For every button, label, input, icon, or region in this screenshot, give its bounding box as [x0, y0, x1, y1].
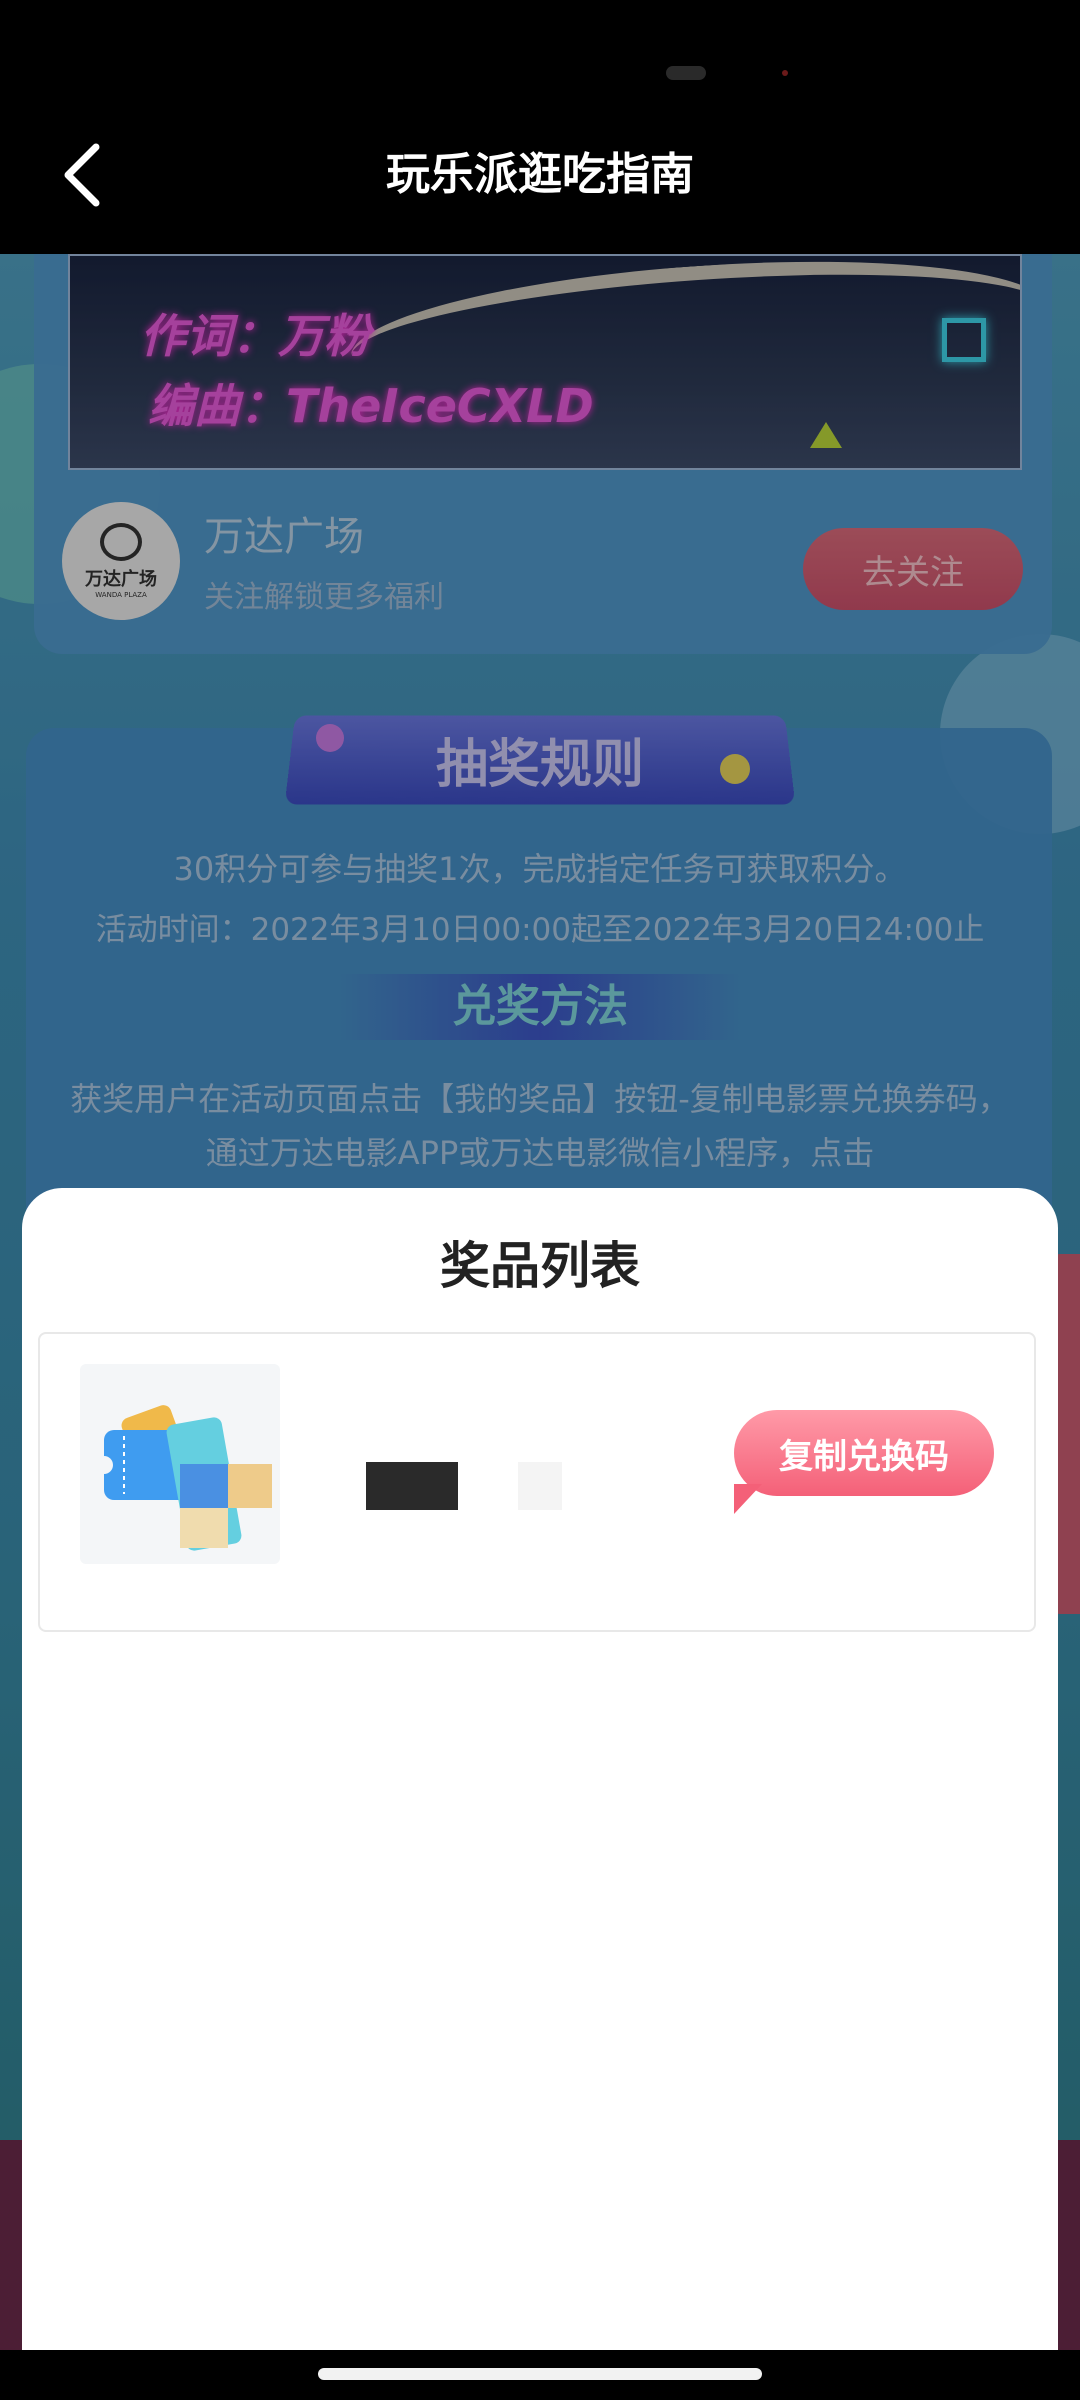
- prize-list-sheet: 奖品列表 复制兑换码: [22, 1188, 1058, 2378]
- prize-item: 复制兑换码: [38, 1332, 1036, 1632]
- indicator-dot: [782, 70, 788, 76]
- home-indicator[interactable]: [318, 2368, 762, 2380]
- sheet-title: 奖品列表: [22, 1226, 1058, 1298]
- copy-code-button[interactable]: 复制兑换码: [734, 1410, 994, 1496]
- button-tail-decoration: [734, 1484, 762, 1514]
- status-bar: [0, 0, 1080, 100]
- page-title: 玩乐派逛吃指南: [0, 140, 1080, 210]
- prize-name-redacted: [366, 1462, 458, 1510]
- prize-name-redacted: [518, 1462, 562, 1510]
- ticket-icon: [80, 1364, 280, 1564]
- camera-sensor: [666, 66, 706, 80]
- ticket-graphic: [80, 1364, 280, 1564]
